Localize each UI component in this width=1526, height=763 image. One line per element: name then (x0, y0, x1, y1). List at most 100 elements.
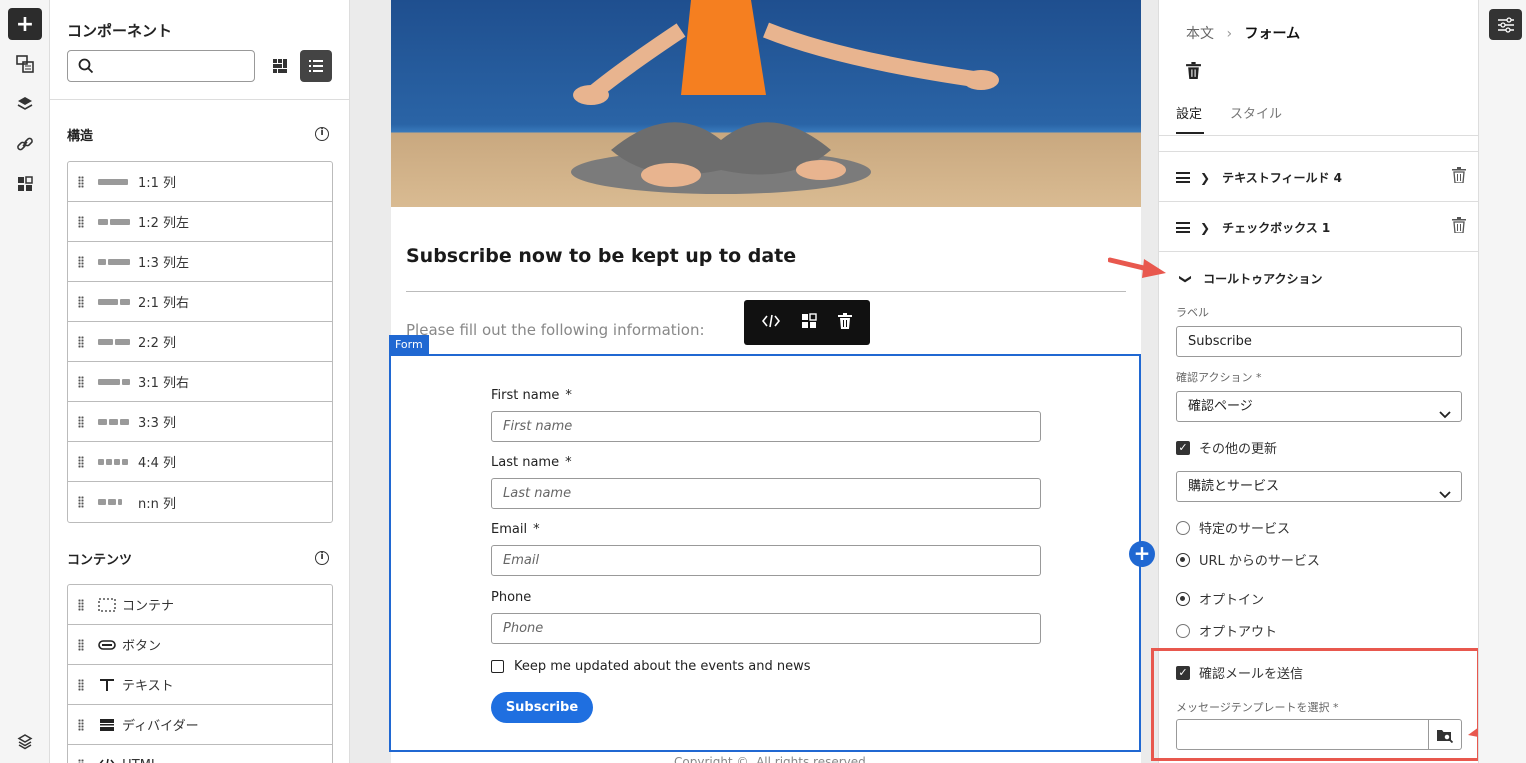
column-layout-icon (98, 178, 132, 185)
subscribe-button[interactable]: Subscribe (491, 692, 593, 723)
confirm-action-select[interactable]: 確認ページ (1176, 391, 1462, 422)
structure-item[interactable]: 1:1 列 (68, 162, 332, 202)
info-icon[interactable]: i (315, 127, 329, 141)
drag-handle-icon[interactable] (78, 215, 84, 228)
content-item[interactable]: ボタン (68, 625, 332, 665)
image-text-icon[interactable] (8, 48, 42, 80)
drag-handle-icon[interactable] (78, 759, 84, 763)
form-field-input[interactable]: Email (491, 545, 1041, 576)
cta-section-header[interactable]: ❯ コールトゥアクション (1179, 270, 1471, 287)
radio-selected-icon[interactable] (1176, 552, 1190, 567)
structure-item[interactable]: 1:3 列左 (68, 242, 332, 282)
service-select[interactable]: 購読とサービス (1176, 471, 1462, 502)
structure-item-label: 3:1 列右 (138, 376, 190, 391)
code-icon[interactable] (762, 314, 781, 332)
radio-selected-icon[interactable] (1176, 591, 1190, 606)
cta-label-input[interactable]: Subscribe (1176, 326, 1462, 357)
text-icon (98, 678, 116, 692)
content-item[interactable]: HTML (68, 745, 332, 763)
drag-handle-icon[interactable] (78, 255, 84, 268)
email-intro-text[interactable]: Please fill out the following informatio… (406, 321, 705, 339)
plus-icon[interactable]: + (8, 8, 42, 40)
label-caption: ラベル (1176, 306, 1209, 319)
drag-handle-icon[interactable] (1176, 222, 1190, 233)
radio-icon[interactable] (1176, 520, 1190, 535)
components-search-input[interactable] (67, 50, 255, 82)
tab-settings[interactable]: 設定 (1176, 103, 1202, 122)
structure-item[interactable]: n:n 列 (68, 482, 332, 522)
structure-item[interactable]: 4:4 列 (68, 442, 332, 482)
other-updates-checkbox[interactable]: ✓ その他の更新 (1176, 438, 1277, 457)
list-view-button[interactable] (300, 50, 332, 82)
right-rail (1478, 0, 1526, 763)
chevron-down-icon (1439, 481, 1451, 510)
trash-icon[interactable] (1452, 217, 1466, 236)
left-rail: + (0, 0, 50, 763)
drag-handle-icon[interactable] (78, 598, 84, 611)
settings-sliders-button[interactable] (1489, 9, 1522, 40)
drag-handle-icon[interactable] (78, 718, 84, 731)
form-field-input[interactable]: Phone (491, 613, 1041, 644)
structure-item[interactable]: 2:2 列 (68, 322, 332, 362)
trash-icon[interactable] (1186, 62, 1201, 83)
radio-url-service[interactable]: URL からのサービス (1176, 550, 1320, 569)
link-icon[interactable] (8, 128, 42, 160)
chevron-down-icon[interactable]: ❯ (1179, 273, 1193, 283)
checkmark-icon[interactable]: ✓ (1176, 440, 1190, 455)
chevron-right-icon[interactable]: ❯ (1200, 221, 1210, 235)
newsletter-checkbox[interactable]: Keep me updated about the events and new… (491, 659, 811, 674)
tab-style[interactable]: スタイル (1230, 103, 1282, 122)
structure-item-label: 1:2 列左 (138, 216, 190, 231)
required-marker: * (565, 388, 572, 403)
drag-handle-icon[interactable] (78, 335, 84, 348)
content-item-label: ディバイダー (122, 719, 199, 734)
structure-item[interactable]: 1:2 列左 (68, 202, 332, 242)
radio-opt-out[interactable]: オプトアウト (1176, 621, 1277, 640)
chevron-right-icon[interactable]: ❯ (1200, 171, 1210, 185)
drag-handle-icon[interactable] (1176, 172, 1190, 183)
structure-item-label: 3:3 列 (138, 416, 177, 431)
radio-opt-in[interactable]: オプトイン (1176, 589, 1264, 608)
newsletter-checkbox-label: Keep me updated about the events and new… (514, 659, 811, 674)
move-icon[interactable]: + (1129, 541, 1155, 567)
trash-icon[interactable] (837, 312, 852, 333)
drag-handle-icon[interactable] (78, 455, 84, 468)
form-field-label: First name * (491, 388, 572, 403)
email-divider[interactable] (406, 291, 1126, 292)
drag-handle-icon[interactable] (78, 638, 84, 651)
radio-specific-service[interactable]: 特定のサービス (1176, 518, 1290, 537)
widgets-icon[interactable] (801, 312, 817, 333)
structure-list: 1:1 列 1:2 列左 1:3 列左 2:1 列右 2:2 列 3:1 列右 3:3 列 4… (67, 161, 333, 523)
drag-handle-icon[interactable] (78, 295, 84, 308)
form-field-input[interactable]: Last name (491, 478, 1041, 509)
drag-handle-icon[interactable] (78, 375, 84, 388)
form-item-checkbox[interactable]: ❯ チェックボックス 1 (1176, 217, 1466, 236)
checkbox-icon[interactable] (491, 660, 504, 673)
structure-item[interactable]: 3:1 列右 (68, 362, 332, 402)
layers-icon[interactable] (8, 88, 42, 120)
structure-item[interactable]: 3:3 列 (68, 402, 332, 442)
drag-handle-icon[interactable] (78, 415, 84, 428)
drag-handle-icon[interactable] (78, 175, 84, 188)
drag-handle-icon[interactable] (78, 678, 84, 691)
column-layout-icon (98, 378, 132, 385)
info-icon[interactable]: i (315, 551, 329, 565)
form-field-input[interactable]: First name (491, 411, 1041, 442)
content-item[interactable]: コンテナ (68, 585, 332, 625)
structure-item-label: 2:1 列右 (138, 296, 190, 311)
grid-view-button[interactable] (264, 50, 296, 82)
hero-image (391, 0, 1141, 207)
widgets-icon[interactable] (8, 168, 42, 200)
drag-handle-icon[interactable] (78, 496, 84, 508)
radio-icon[interactable] (1176, 623, 1190, 638)
breadcrumb-parent[interactable]: 本文 (1186, 26, 1214, 42)
content-item[interactable]: テキスト (68, 665, 332, 705)
layers-gear-icon[interactable] (8, 725, 42, 757)
trash-icon[interactable] (1452, 167, 1466, 186)
form-item-text-field[interactable]: ❯ テキストフィールド 4 (1176, 167, 1466, 186)
callout-highlight-box (1151, 648, 1480, 761)
divider-icon (98, 718, 116, 732)
structure-item[interactable]: 2:1 列右 (68, 282, 332, 322)
email-heading[interactable]: Subscribe now to be kept up to date (406, 245, 796, 267)
content-item[interactable]: ディバイダー (68, 705, 332, 745)
